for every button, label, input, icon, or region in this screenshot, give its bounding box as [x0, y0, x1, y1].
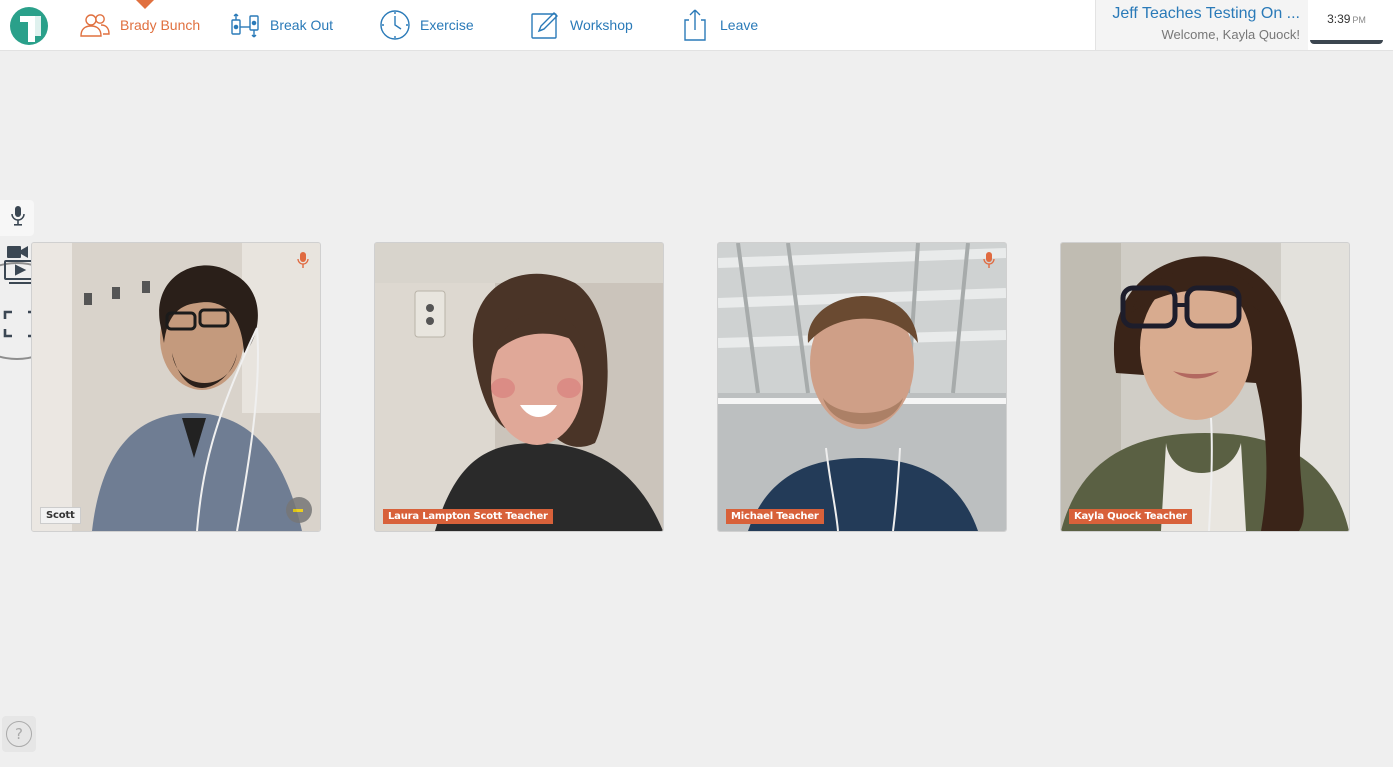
- nav-label: Leave: [720, 17, 759, 33]
- breakout-icon: [228, 8, 262, 42]
- volume-indicator[interactable]: [286, 497, 312, 523]
- people-icon: [78, 8, 112, 42]
- nav-workshop[interactable]: Workshop: [528, 8, 633, 42]
- clock-time: 3:39: [1327, 12, 1351, 26]
- participant-video-kayla[interactable]: Kayla Quock Teacher: [1060, 242, 1350, 532]
- share-icon: [678, 8, 712, 42]
- nav-label: Break Out: [270, 17, 334, 33]
- participant-video-scott[interactable]: Scott: [31, 242, 321, 532]
- participant-video-michael[interactable]: Michael Teacher: [717, 242, 1007, 532]
- nav-brady-bunch[interactable]: Brady Bunch: [78, 8, 200, 42]
- participant-name-tag: Laura Lampton Scott Teacher: [383, 509, 553, 524]
- help-icon: ?: [6, 721, 32, 747]
- nav-break-out[interactable]: Break Out: [228, 8, 333, 42]
- session-info[interactable]: Jeff Teaches Testing On ... Welcome, Kay…: [1095, 0, 1308, 50]
- microphone-button[interactable]: [4, 204, 32, 232]
- volume-level-bar: [293, 509, 303, 512]
- clock-icon: [378, 8, 412, 42]
- clock: 3:39 PM: [1310, 0, 1383, 44]
- participant-video-laura[interactable]: Laura Lampton Scott Teacher: [374, 242, 664, 532]
- video-feed: [1061, 243, 1349, 531]
- welcome-text: Welcome, Kayla Quock!: [1161, 27, 1300, 42]
- nav-label: Exercise: [420, 17, 474, 33]
- video-feed: [718, 243, 1006, 531]
- participant-name-tag: Kayla Quock Teacher: [1069, 509, 1192, 524]
- nav-leave[interactable]: Leave: [678, 8, 758, 42]
- nav-label: Workshop: [570, 17, 633, 33]
- clock-ampm: PM: [1352, 15, 1366, 25]
- muted-microphone-icon: [982, 251, 996, 269]
- participant-name-tag: Michael Teacher: [726, 509, 824, 524]
- top-navigation-bar: Brady Bunch Break Out Exercise Workshop …: [0, 0, 1393, 51]
- video-feed: [32, 243, 320, 531]
- nav-label: Brady Bunch: [120, 17, 201, 33]
- nav-exercise[interactable]: Exercise: [378, 8, 474, 42]
- pencil-icon: [528, 8, 562, 42]
- video-feed: [375, 243, 663, 531]
- help-button[interactable]: ?: [2, 716, 36, 752]
- microphone-icon: [9, 205, 27, 232]
- session-title[interactable]: Jeff Teaches Testing On ...: [1112, 5, 1300, 23]
- muted-microphone-icon: [296, 251, 310, 269]
- participant-name-tag: Scott: [40, 507, 81, 524]
- app-logo[interactable]: [9, 6, 51, 46]
